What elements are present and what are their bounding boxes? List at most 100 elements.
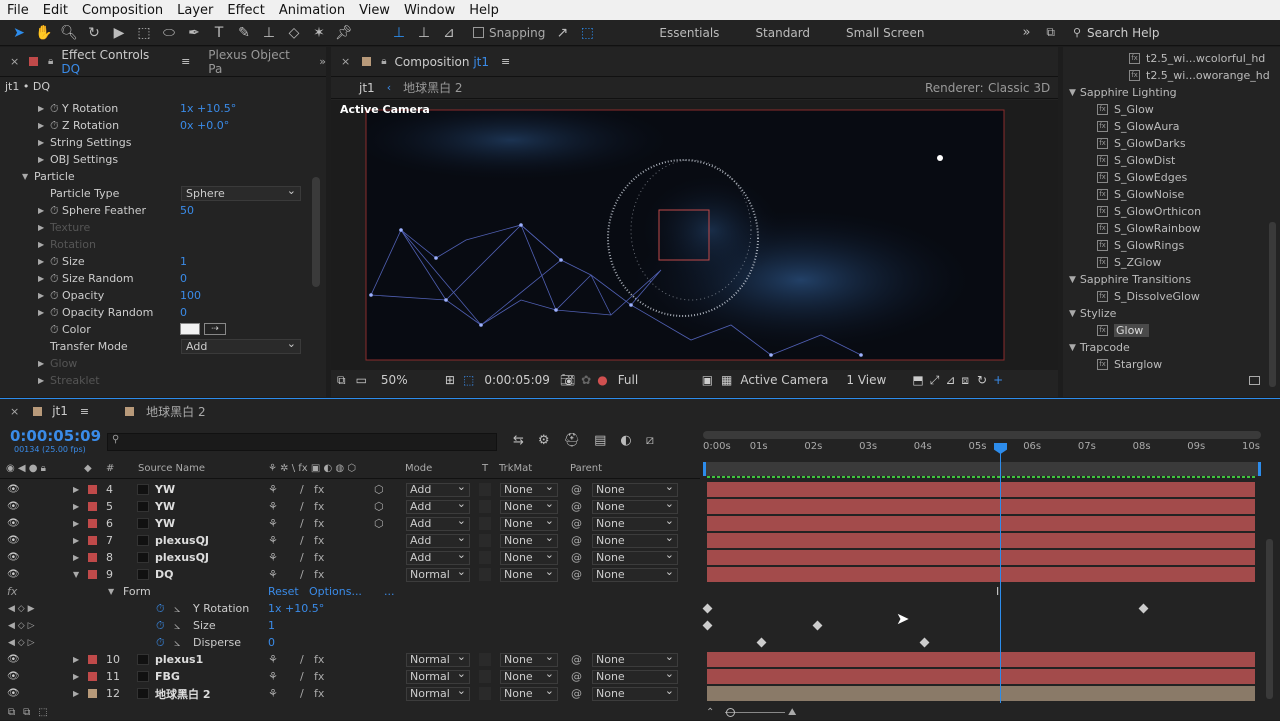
preserve-transparency-box[interactable] xyxy=(479,653,491,666)
trkmat-select[interactable]: None xyxy=(500,668,558,684)
zoom-select[interactable]: 50% xyxy=(381,373,439,387)
blend-mode-select[interactable]: Add xyxy=(406,549,470,565)
quality-switch-icon[interactable]: / xyxy=(300,483,304,496)
layer-duration-bar[interactable] xyxy=(707,499,1255,514)
effect-prop-z-rotation[interactable]: ▶ ⏱︎ Z Rotation xyxy=(38,117,119,134)
timeline-scrollbar[interactable] xyxy=(1266,539,1273,699)
comp-crumb-earth[interactable]: 地球黑白 2 xyxy=(403,79,462,96)
camera-tool-icon[interactable]: ▶ xyxy=(108,22,130,44)
graph-editor-icon[interactable]: ⧄ xyxy=(646,433,654,448)
form-prop-value[interactable]: 1x +10.5° xyxy=(268,602,324,615)
effects-item-s-glowrings[interactable]: fx S_GlowRings xyxy=(1097,237,1184,254)
label-color[interactable] xyxy=(88,536,97,545)
comp-flowchart-icon[interactable]: ⇆ xyxy=(513,433,524,448)
keyframe[interactable] xyxy=(812,620,823,631)
layer-name[interactable]: plexus1 xyxy=(155,653,203,666)
zoom-in-icon[interactable]: ⛰ xyxy=(788,707,796,718)
blend-mode-select[interactable]: Normal xyxy=(406,668,470,684)
shy-switch-icon[interactable]: ⚘ xyxy=(268,670,278,683)
layer-search-input[interactable]: ⚲ xyxy=(107,433,497,451)
layer-duration-bar[interactable] xyxy=(707,533,1255,548)
stopwatch-icon[interactable]: ⏱︎ xyxy=(156,619,165,633)
close-icon[interactable]: × xyxy=(10,405,19,418)
motion-blur-icon[interactable]: ◐ xyxy=(620,433,631,448)
preserve-transparency-box[interactable] xyxy=(479,483,491,496)
trkmat-select[interactable]: None xyxy=(500,532,558,548)
workspace-essentials[interactable]: Essentials xyxy=(659,26,719,40)
parent-select[interactable]: None xyxy=(592,651,678,667)
draft-3d-icon[interactable]: ⚙ xyxy=(538,433,550,448)
keyframe[interactable] xyxy=(919,637,930,648)
toggle-render-time-icon[interactable]: ⬚ xyxy=(38,707,47,718)
chevron-right-icon[interactable]: ▶ xyxy=(73,689,79,698)
layer-duration-bar[interactable] xyxy=(707,567,1255,582)
reset-link[interactable]: Reset xyxy=(268,585,299,598)
layer-name[interactable]: DQ xyxy=(155,568,173,581)
quality-switch-icon[interactable]: / xyxy=(300,670,304,683)
keyframe[interactable] xyxy=(756,637,767,648)
layer-name[interactable]: plexusQJ xyxy=(155,551,209,564)
tab-timeline-earth[interactable]: 地球黑白 2 xyxy=(146,403,205,420)
chevron-right-icon[interactable]: ▶ xyxy=(38,104,50,113)
fx-switch-icon[interactable]: fx xyxy=(314,483,324,496)
snapshot-icon[interactable]: 📷︎ xyxy=(560,373,575,387)
effect-prop-transfer-mode[interactable]: Transfer Mode xyxy=(50,338,128,355)
layer-row[interactable]: 👁︎ ▶ 10 plexus1 ⚘ / fx Normal None @ None xyxy=(0,651,700,668)
pickwhip-icon[interactable]: @ xyxy=(571,670,582,683)
fx-switch-icon[interactable]: fx xyxy=(314,670,324,683)
shy-switch-icon[interactable]: ⚘ xyxy=(268,483,278,496)
graph-icon[interactable]: ⦣ xyxy=(174,602,180,616)
add-icon[interactable]: + xyxy=(993,373,1003,387)
chevron-right-icon[interactable]: ▶ xyxy=(38,257,50,266)
3d-layer-icon[interactable]: ⬡ xyxy=(374,483,384,496)
menu-animation[interactable]: Animation xyxy=(272,3,352,18)
label-color[interactable] xyxy=(88,519,97,528)
eye-icon[interactable]: 👁︎ xyxy=(7,671,20,682)
chevron-right-icon[interactable]: ▶ xyxy=(38,291,50,300)
blend-mode-select[interactable]: Add xyxy=(406,481,470,497)
layer-name[interactable]: YW xyxy=(155,517,175,530)
layer-duration-bar[interactable] xyxy=(707,686,1255,701)
prop-value[interactable]: 0x +0.0° xyxy=(180,117,229,134)
effect-prop-size-random[interactable]: ▶ ⏱︎ Size Random xyxy=(38,270,134,287)
effect-prop-particle[interactable]: ▼ Particle xyxy=(22,168,75,185)
zoom-out-icon[interactable]: ⌃ xyxy=(706,707,714,718)
layer-duration-bar[interactable] xyxy=(707,669,1255,684)
search-help-input[interactable]: Search Help xyxy=(1087,26,1159,40)
effect-prop-texture[interactable]: ▶ Texture xyxy=(38,219,90,236)
effect-prop-opacity-random[interactable]: ▶ ⏱︎ Opacity Random xyxy=(38,304,153,321)
stopwatch-icon[interactable]: ⏱︎ xyxy=(50,289,62,303)
effects-item-starglow[interactable]: fx Starglow xyxy=(1097,356,1162,373)
layer-duration-bar[interactable] xyxy=(707,482,1255,497)
chevron-down-icon[interactable]: ▼ xyxy=(1069,343,1076,353)
prop-value[interactable]: 1 xyxy=(180,253,187,270)
menu-layer[interactable]: Layer xyxy=(170,3,220,18)
workspace-standard[interactable]: Standard xyxy=(755,26,810,40)
blend-mode-select[interactable]: Normal xyxy=(406,651,470,667)
effect-prop-glow[interactable]: ▶ Glow xyxy=(38,355,77,372)
effect-group-form[interactable]: fx ▼ Form Reset Options...... xyxy=(0,583,700,600)
snap-icon[interactable]: ↗ xyxy=(551,22,573,44)
preserve-transparency-box[interactable] xyxy=(479,500,491,513)
form-prop-row[interactable]: ◀ ◇ ▷ ⏱︎ ⦣ Disperse 0 xyxy=(0,634,700,651)
roto-brush-tool-icon[interactable]: ✶ xyxy=(308,22,330,44)
pickwhip-icon[interactable]: @ xyxy=(571,483,582,496)
menu-effect[interactable]: Effect xyxy=(220,3,271,18)
fx-switch-icon[interactable]: fx xyxy=(314,653,324,666)
eyedropper-icon[interactable]: ⇢ xyxy=(204,323,226,335)
effect-prop-obj-settings[interactable]: ▶ OBJ Settings xyxy=(38,151,118,168)
preserve-transparency-box[interactable] xyxy=(479,517,491,530)
layer-row[interactable]: 👁︎ ▶ 8 plexusQJ ⚘ / fx Add None @ None xyxy=(0,549,700,566)
keyframe[interactable] xyxy=(1138,603,1149,614)
trkmat-select[interactable]: None xyxy=(500,498,558,514)
blend-mode-select[interactable]: Add xyxy=(406,498,470,514)
chevron-down-icon[interactable]: ▼ xyxy=(1069,309,1076,319)
pickwhip-icon[interactable]: @ xyxy=(571,653,582,666)
source-name-header[interactable]: Source Name xyxy=(138,463,205,474)
particle-type-select[interactable]: Sphere xyxy=(181,184,301,201)
workspace-overflow-icon[interactable]: » xyxy=(1022,25,1030,40)
preserve-transparency-box[interactable] xyxy=(479,551,491,564)
chevron-down-icon[interactable]: ▼ xyxy=(108,587,114,596)
label-color[interactable] xyxy=(88,553,97,562)
mode-header[interactable]: Mode xyxy=(405,463,432,474)
